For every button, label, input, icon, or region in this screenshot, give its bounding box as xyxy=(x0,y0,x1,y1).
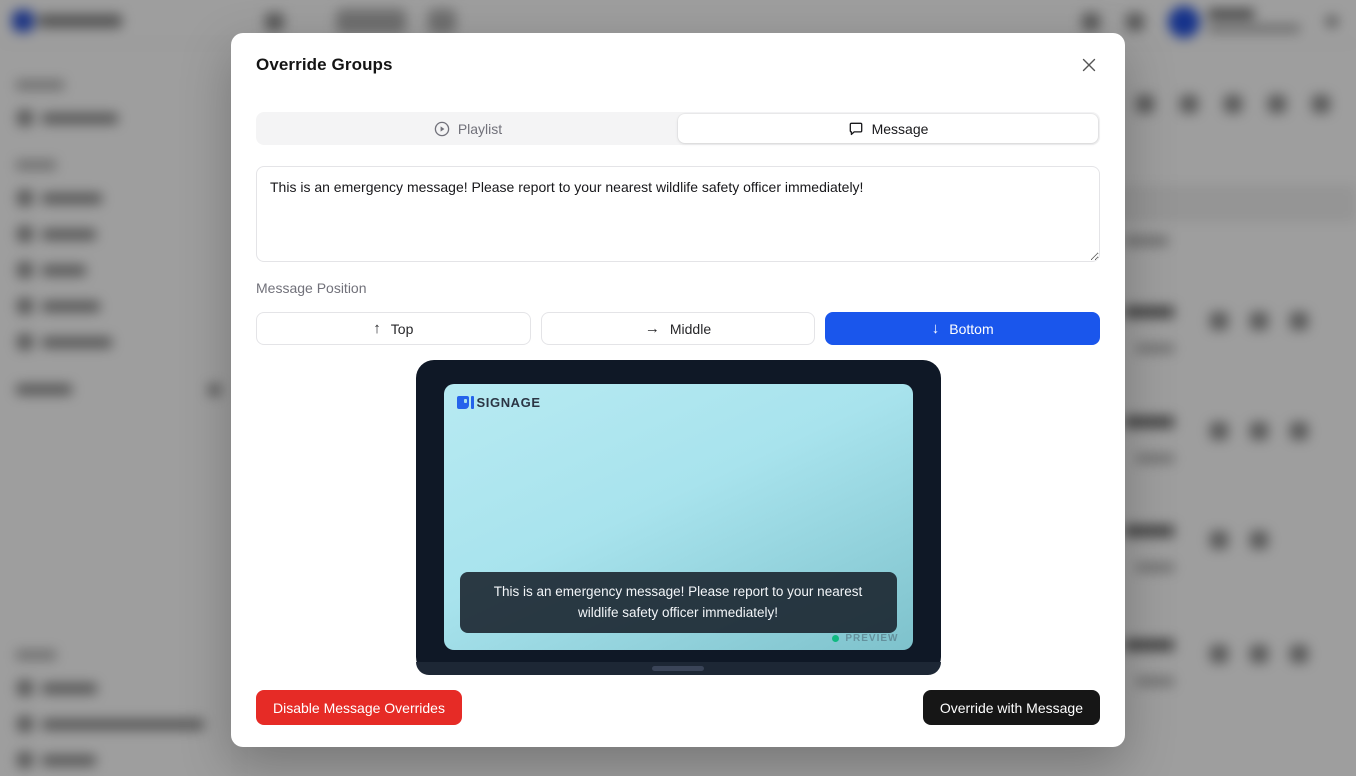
position-middle-button[interactable]: → Middle xyxy=(541,312,816,345)
override-type-tabs: Playlist Message xyxy=(256,112,1100,145)
tv-stand xyxy=(416,662,941,675)
signage-preview-screen: SIGNAGE This is an emergency message! Pl… xyxy=(444,384,913,650)
pisignage-logo-text: SIGNAGE xyxy=(477,395,541,410)
pisignage-logo-icon xyxy=(457,396,469,409)
override-groups-modal: Override Groups Playlist Message This is… xyxy=(231,33,1125,747)
disable-message-overrides-button[interactable]: Disable Message Overrides xyxy=(256,690,462,725)
arrow-up-icon: ↑ xyxy=(373,321,381,336)
signage-preview-tv: SIGNAGE This is an emergency message! Pl… xyxy=(416,360,941,675)
tab-playlist-label: Playlist xyxy=(458,121,502,137)
preview-message-banner: This is an emergency message! Please rep… xyxy=(460,572,897,633)
modal-header: Override Groups xyxy=(256,55,1100,75)
modal-footer: Disable Message Overrides Override with … xyxy=(256,690,1100,725)
arrow-down-icon: ↓ xyxy=(932,321,940,336)
position-top-label: Top xyxy=(391,321,414,337)
play-circle-icon xyxy=(434,121,450,137)
arrow-right-icon: → xyxy=(645,321,660,336)
message-position-label: Message Position xyxy=(256,280,1100,296)
message-textarea[interactable]: This is an emergency message! Please rep… xyxy=(256,166,1100,262)
close-button[interactable] xyxy=(1078,54,1100,76)
position-middle-label: Middle xyxy=(670,321,711,337)
pisignage-logo: SIGNAGE xyxy=(457,395,541,410)
tab-message-label: Message xyxy=(872,121,929,137)
position-top-button[interactable]: ↑ Top xyxy=(256,312,531,345)
preview-status: PREVIEW xyxy=(832,633,898,644)
preview-status-label: PREVIEW xyxy=(845,633,898,644)
override-with-message-button[interactable]: Override with Message xyxy=(923,690,1100,725)
preview-message-text: This is an emergency message! Please rep… xyxy=(482,582,875,623)
position-bottom-label: Bottom xyxy=(949,321,993,337)
modal-title: Override Groups xyxy=(256,55,393,75)
position-bottom-button[interactable]: ↓ Bottom xyxy=(825,312,1100,345)
chat-bubble-icon xyxy=(848,121,864,137)
message-position-options: ↑ Top → Middle ↓ Bottom xyxy=(256,312,1100,345)
tv-stand-notch xyxy=(652,666,704,671)
tab-message[interactable]: Message xyxy=(678,114,1098,143)
close-icon xyxy=(1082,58,1096,72)
tab-playlist[interactable]: Playlist xyxy=(258,114,678,143)
status-dot-icon xyxy=(832,635,839,642)
